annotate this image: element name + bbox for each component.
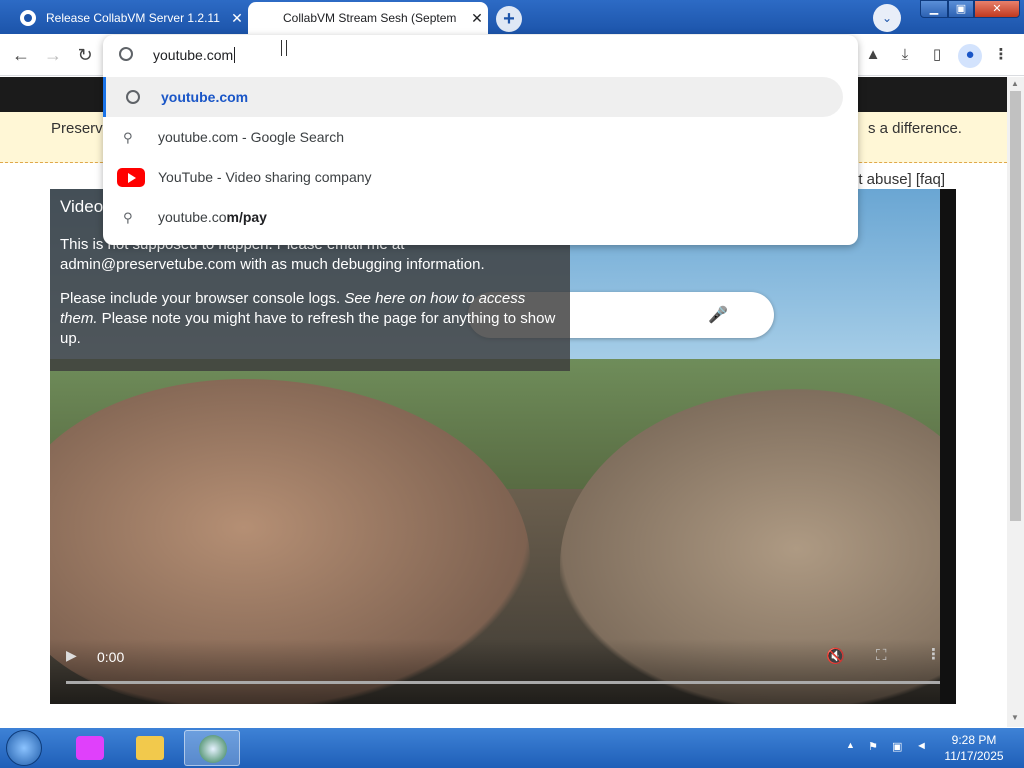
search-icon: ⚲: [123, 210, 133, 225]
youtube-icon: [117, 168, 145, 187]
search-icon: ⚲: [123, 130, 133, 145]
app-icon: [76, 736, 104, 760]
clock-time: 9:28 PM: [951, 733, 997, 747]
start-button[interactable]: [6, 730, 42, 766]
scroll-up-icon[interactable]: ▲: [1011, 79, 1019, 88]
suggestion-youtube-pay[interactable]: ⚲ youtube.com/pay: [103, 197, 843, 237]
tab-close-button[interactable]: ✕: [226, 10, 248, 27]
title-bar: Release CollabVM Server 1.2.11 ✕ CollabV…: [0, 0, 1024, 34]
progress-bar[interactable]: [66, 681, 940, 684]
browser-icon: [199, 735, 227, 763]
error-instructions: Please include your browser console logs…: [60, 289, 560, 349]
taskbar-app-explorer[interactable]: [122, 730, 178, 766]
video-player[interactable]: 🎤 Video This is not supposed to happen. …: [50, 189, 956, 704]
scroll-thumb[interactable]: [1010, 91, 1021, 521]
suggestion-youtube-company[interactable]: YouTube - Video sharing company: [103, 157, 843, 197]
suggestion-text: youtube.com: [161, 89, 249, 105]
text-cursor: [281, 40, 287, 56]
clock-date: 11/17/2025: [944, 749, 1004, 763]
suggestion-text: YouTube - Video sharing company: [158, 169, 372, 185]
time-display: 0:00: [97, 649, 125, 665]
page-links[interactable]: ort abuse] [faq]: [845, 171, 945, 188]
close-window-button[interactable]: ✕: [974, 0, 1020, 18]
suggestion-text: youtube.com/pay: [158, 209, 267, 225]
github-icon: [20, 10, 36, 26]
volume-icon[interactable]: ◄: [916, 740, 930, 754]
player-controls: ▶ 0:00 🔇 ⛶ ⋮: [50, 639, 941, 704]
mute-button[interactable]: 🔇: [826, 647, 845, 665]
fullscreen-button[interactable]: ⛶: [876, 647, 887, 664]
page-scrollbar[interactable]: ▲ ▼: [1007, 77, 1024, 727]
mic-icon: 🎤: [708, 307, 728, 324]
play-button[interactable]: ▶: [66, 647, 84, 667]
error-instructions-suffix: Please note you might have to refresh th…: [60, 310, 556, 347]
tab-search-button[interactable]: ⌄: [873, 4, 901, 32]
tab-collabvm-stream[interactable]: CollabVM Stream Sesh (Septem ✕: [248, 2, 488, 34]
tray-expand-icon[interactable]: ▲: [846, 740, 855, 750]
tab-close-button[interactable]: ✕: [466, 10, 488, 27]
taskbar: ▲ ⚑ ▣ ◄ 9:28 PM 11/17/2025: [0, 728, 1024, 768]
minimize-button[interactable]: ▁: [920, 0, 948, 18]
address-input[interactable]: youtube.com: [153, 47, 236, 63]
taskbar-app-chrome[interactable]: [184, 730, 240, 766]
side-panel-icon[interactable]: ▯: [926, 44, 948, 66]
suggestion-text-prefix: youtube.co: [158, 209, 227, 225]
back-button[interactable]: ←: [8, 42, 34, 68]
tab-release-collabvm[interactable]: Release CollabVM Server 1.2.11 ✕: [8, 2, 248, 34]
maximize-button[interactable]: ▣: [948, 0, 974, 18]
video-edge: [940, 189, 956, 704]
error-title: Video: [60, 197, 104, 216]
action-center-icon[interactable]: ⚑: [868, 740, 882, 754]
reload-button[interactable]: ↻: [72, 42, 98, 68]
banner-text-left: Preserv: [51, 120, 103, 137]
suggestion-youtube-url[interactable]: youtube.com: [103, 77, 843, 117]
error-instructions-prefix: Please include your browser console logs…: [60, 290, 345, 307]
download-icon[interactable]: ⤓: [894, 44, 916, 66]
more-options-button[interactable]: ⋮: [926, 645, 941, 663]
globe-icon: [119, 47, 133, 61]
extension-icon[interactable]: ▲: [862, 44, 884, 66]
forward-button[interactable]: →: [40, 42, 66, 68]
menu-icon[interactable]: ⋮: [990, 44, 1012, 66]
folder-icon: [136, 736, 164, 760]
suggestion-text-bold: m/pay: [226, 209, 267, 225]
address-bar[interactable]: youtube.com: [103, 35, 858, 75]
taskbar-app-pinned[interactable]: [62, 730, 118, 766]
profile-icon[interactable]: ●: [958, 44, 982, 68]
tab-title: CollabVM Stream Sesh (Septem: [283, 11, 457, 25]
omnibox-dropdown: youtube.com youtube.com ⚲ youtube.com - …: [103, 35, 858, 245]
tab-title: Release CollabVM Server 1.2.11: [46, 11, 220, 25]
network-icon[interactable]: ▣: [892, 740, 906, 754]
globe-icon: [126, 90, 140, 104]
clock[interactable]: 9:28 PM 11/17/2025: [940, 732, 1008, 764]
scroll-down-icon[interactable]: ▼: [1011, 713, 1019, 722]
suggestion-google-search[interactable]: ⚲ youtube.com - Google Search: [103, 117, 843, 157]
new-tab-button[interactable]: +: [496, 6, 522, 32]
banner-text-right: s a difference.: [868, 120, 962, 137]
suggestion-text: youtube.com - Google Search: [158, 129, 344, 145]
